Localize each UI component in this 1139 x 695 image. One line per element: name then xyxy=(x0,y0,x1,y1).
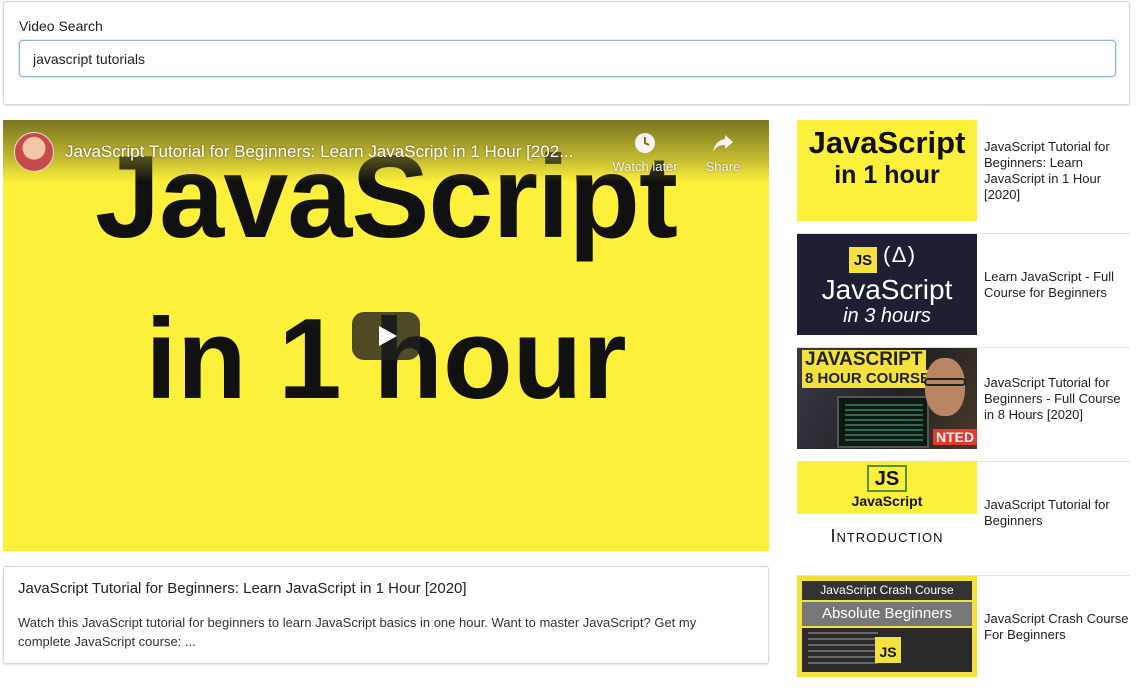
player-title[interactable]: JavaScript Tutorial for Beginners: Learn… xyxy=(65,142,605,162)
detail-title: JavaScript Tutorial for Beginners: Learn… xyxy=(18,580,467,597)
laptop-screen xyxy=(837,396,929,448)
video-detail: JavaScript Tutorial for Beginners: Learn… xyxy=(3,566,769,664)
video-title[interactable]: JavaScript Tutorial for Beginners xyxy=(984,497,1129,529)
search-label: Video Search xyxy=(19,18,103,34)
thumbnail-text: JavaScript xyxy=(851,493,923,509)
video-player[interactable]: JavaScript in 1 hour JavaScript Tutorial… xyxy=(3,120,769,551)
search-panel: Video Search xyxy=(3,1,1130,105)
thumbnail-text: JS xyxy=(875,637,901,663)
thumbnail-text: JavaScript xyxy=(821,274,953,305)
presenter-face xyxy=(925,358,965,416)
thumbnail-text: JAVASCRIPT xyxy=(802,350,926,370)
share-label: Share xyxy=(705,159,741,174)
thumbnail-text: in 1 hour xyxy=(834,161,940,189)
thumbnail-text: Absolute Beginners xyxy=(802,602,972,626)
watch-later-label: Watch later xyxy=(612,159,678,174)
glasses xyxy=(924,378,966,386)
video-list: JavaScript in 1 hour JavaScript Tutorial… xyxy=(797,120,1130,690)
thumbnail-text: in 3 hours xyxy=(843,305,931,327)
channel-avatar[interactable] xyxy=(14,132,54,172)
list-item[interactable]: JS JavaScript Introduction JavaScript Tu… xyxy=(797,462,1130,576)
video-title[interactable]: JavaScript Crash Course For Beginners xyxy=(984,611,1129,643)
share-button[interactable]: Share xyxy=(700,132,746,174)
thumbnail-text: 8 HOUR COURSE xyxy=(802,370,934,388)
video-title[interactable]: JavaScript Tutorial for Beginners: Learn… xyxy=(984,139,1129,203)
thumbnail-text: JS xyxy=(849,247,877,273)
share-arrow-icon xyxy=(713,135,733,152)
thumbnail-text: JavaScript Crash Course xyxy=(802,581,972,600)
video-title[interactable]: Learn JavaScript - Full Course for Begin… xyxy=(984,269,1129,301)
video-thumbnail[interactable]: JAVASCRIPT 8 HOUR COURSE NTED xyxy=(797,348,977,449)
thumbnail-text: JS xyxy=(867,465,907,492)
play-button[interactable] xyxy=(352,312,420,360)
list-item[interactable]: JS (∆) JavaScript in 3 hours Learn JavaS… xyxy=(797,234,1130,348)
video-thumbnail[interactable]: JS (∆) JavaScript in 3 hours xyxy=(797,234,977,335)
search-input[interactable] xyxy=(19,40,1116,77)
thumbnail-text: JavaScript xyxy=(808,125,966,160)
video-title[interactable]: JavaScript Tutorial for Beginners - Full… xyxy=(984,375,1129,423)
thumbnail-text: Introduction xyxy=(797,514,977,563)
thumbnail-text: (∆) xyxy=(883,242,918,267)
list-item[interactable]: JAVASCRIPT 8 HOUR COURSE NTED JavaScript… xyxy=(797,348,1130,462)
detail-description: Watch this JavaScript tutorial for begin… xyxy=(18,615,697,649)
video-thumbnail[interactable]: JavaScript Crash Course Absolute Beginne… xyxy=(797,576,977,677)
video-thumbnail[interactable]: JS JavaScript Introduction xyxy=(797,462,977,563)
list-item[interactable]: JavaScript Crash Course Absolute Beginne… xyxy=(797,576,1130,690)
thumbnail-text: NTED xyxy=(933,429,977,445)
video-thumbnail[interactable]: JavaScript in 1 hour xyxy=(797,120,977,221)
list-item[interactable]: JavaScript in 1 hour JavaScript Tutorial… xyxy=(797,120,1130,234)
watch-later-button[interactable]: Watch later xyxy=(607,132,683,174)
clock-icon xyxy=(635,133,655,153)
